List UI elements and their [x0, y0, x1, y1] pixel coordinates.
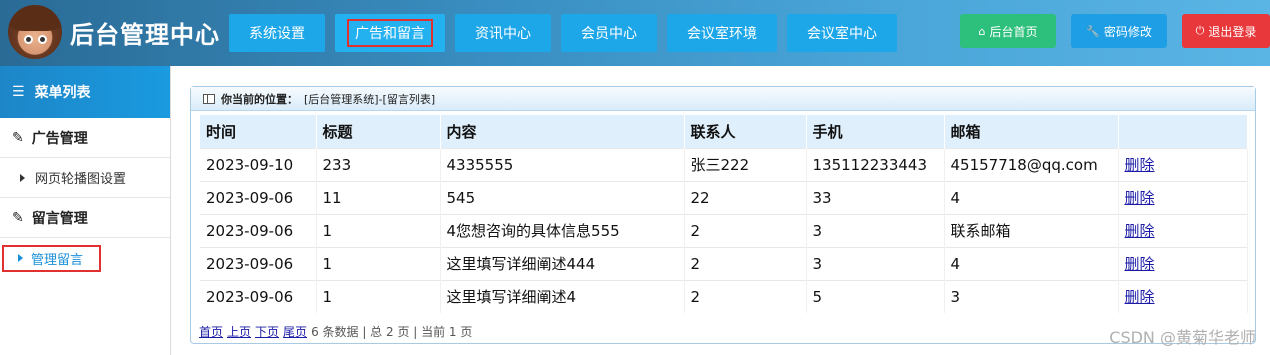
- column-header-title: 标题: [316, 115, 441, 148]
- nav-system-settings[interactable]: 系统设置: [229, 14, 325, 52]
- delete-link[interactable]: 删除: [1125, 255, 1155, 273]
- column-header-email: 邮箱: [944, 115, 1119, 148]
- delete-link[interactable]: 删除: [1125, 156, 1155, 174]
- table-row: 2023-09-06 1 4您想咨询的具体信息555 2 3 联系邮箱 删除: [200, 213, 1248, 247]
- prev-page-link[interactable]: 上页: [227, 323, 251, 340]
- table-row: 2023-09-06 1 这里填写详细阐述4 2 5 3 删除: [200, 279, 1248, 313]
- first-page-link[interactable]: 首页: [199, 323, 223, 340]
- table-icon: [203, 93, 215, 104]
- pagination-info: 6 条数据 | 总 2 页 | 当前 1 页: [311, 325, 473, 339]
- home-button[interactable]: ⌂ 后台首页: [960, 14, 1056, 48]
- next-page-link[interactable]: 下页: [255, 323, 279, 340]
- column-header-content: 内容: [440, 115, 685, 148]
- pagination: 首页 上页 下页 尾页 6 条数据 | 总 2 页 | 当前 1 页: [199, 323, 472, 340]
- sidebar-item-carousel-settings[interactable]: 网页轮播图设置: [0, 158, 170, 198]
- message-list-panel: 你当前的位置： [后台管理系统]-[留言列表] 时间 标题 内容 联系人 手机 …: [190, 86, 1256, 344]
- app-title: 后台管理中心: [70, 21, 220, 49]
- wrench-icon: 🔧: [1086, 24, 1100, 38]
- power-icon: ⏻: [1195, 24, 1205, 37]
- nav-meeting-room-center[interactable]: 会议室中心: [787, 14, 897, 52]
- sidebar: ☰ 菜单列表 ✎ 广告管理 网页轮播图设置 ✎ 留言管理 管理留言: [0, 66, 171, 355]
- caret-right-icon: [18, 254, 23, 262]
- nav-ads-messages[interactable]: 广告和留言: [335, 14, 445, 52]
- column-header-time: 时间: [200, 115, 317, 148]
- avatar: [8, 5, 62, 59]
- message-table: 时间 标题 内容 联系人 手机 邮箱 2023-09-10 233 433555…: [200, 115, 1248, 313]
- delete-link[interactable]: 删除: [1125, 222, 1155, 240]
- logout-button[interactable]: ⏻ 退出登录: [1182, 14, 1270, 48]
- sidebar-item-manage-messages[interactable]: 管理留言: [0, 238, 170, 278]
- table-header-row: 时间 标题 内容 联系人 手机 邮箱: [200, 115, 1248, 148]
- nav-news-center[interactable]: 资讯中心: [455, 14, 551, 52]
- nav-meeting-room-env[interactable]: 会议室环境: [667, 14, 777, 52]
- column-header-phone: 手机: [806, 115, 945, 148]
- nav-member-center[interactable]: 会员中心: [561, 14, 657, 52]
- change-password-button[interactable]: 🔧 密码修改: [1071, 14, 1167, 48]
- sidebar-group-ads[interactable]: ✎ 广告管理: [0, 118, 170, 158]
- top-header: 后台管理中心 系统设置 广告和留言 资讯中心 会员中心 会议室环境 会议室中心 …: [0, 0, 1270, 66]
- sidebar-header: ☰ 菜单列表: [0, 66, 170, 118]
- home-icon: ⌂: [978, 24, 986, 38]
- table-row: 2023-09-06 11 545 22 33 4 删除: [200, 180, 1248, 214]
- edit-icon: ✎: [12, 209, 24, 226]
- caret-right-icon: [20, 173, 25, 182]
- column-header-contact: 联系人: [684, 115, 807, 148]
- delete-link[interactable]: 删除: [1125, 189, 1155, 207]
- delete-link[interactable]: 删除: [1125, 288, 1155, 306]
- column-header-action: [1118, 115, 1248, 148]
- edit-icon: ✎: [12, 129, 24, 146]
- list-icon: ☰: [12, 84, 25, 100]
- breadcrumb: 你当前的位置： [后台管理系统]-[留言列表]: [191, 87, 1255, 111]
- table-row: 2023-09-10 233 4335555 张三222 13511223344…: [200, 147, 1248, 181]
- table-row: 2023-09-06 1 这里填写详细阐述444 2 3 4 删除: [200, 246, 1248, 280]
- sidebar-group-messages[interactable]: ✎ 留言管理: [0, 198, 170, 238]
- last-page-link[interactable]: 尾页: [283, 323, 307, 340]
- watermark: CSDN @黄菊华老师: [1109, 328, 1256, 347]
